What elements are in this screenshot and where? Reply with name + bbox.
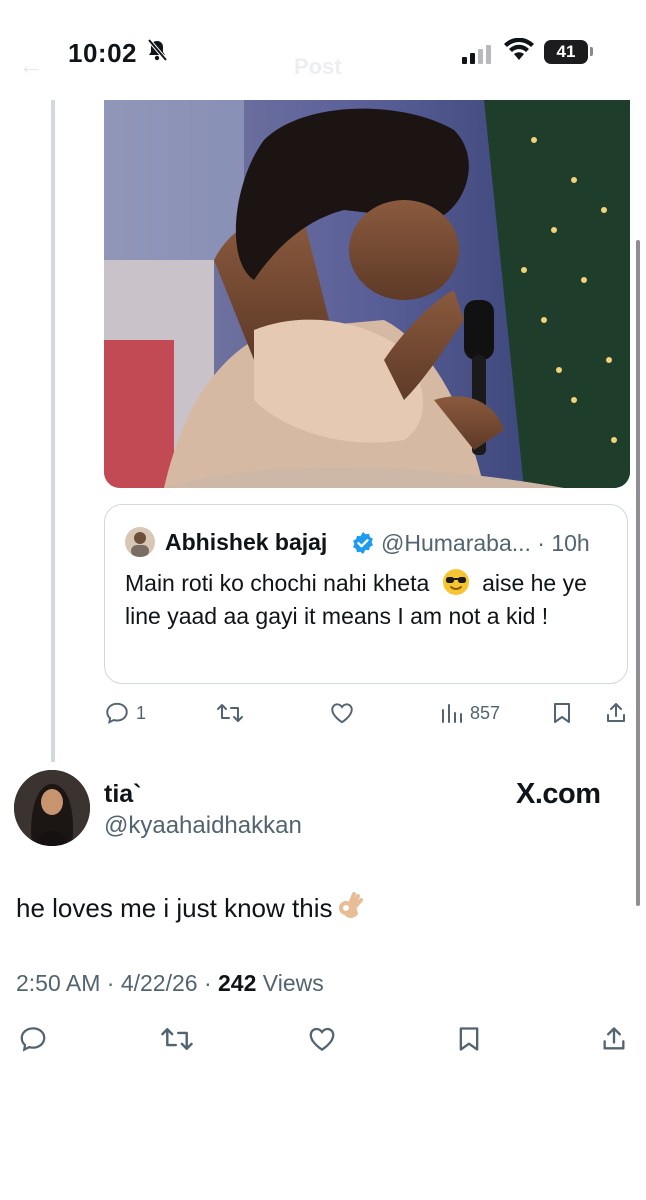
- reply-count: 1: [136, 702, 147, 723]
- author-handle[interactable]: @kyaahaidhakkan: [104, 812, 302, 840]
- bookmark-button[interactable]: [550, 700, 574, 726]
- tweet-views-count: 242: [218, 970, 257, 996]
- quoted-author-name[interactable]: Abhishek bajaj: [165, 529, 327, 556]
- media-illustration: [104, 100, 630, 488]
- battery-nub: [590, 47, 593, 56]
- share-icon: [607, 703, 625, 722]
- bookmark-icon[interactable]: [455, 1024, 483, 1054]
- reply-button[interactable]: 1: [104, 700, 146, 726]
- thread-line: [51, 100, 55, 762]
- tweet-meta: 2:50 AM · 4/22/26 · 242 Views: [16, 970, 324, 997]
- battery-indicator: 41: [544, 40, 588, 64]
- share-button[interactable]: [604, 700, 628, 726]
- back-arrow-icon[interactable]: ←: [18, 50, 44, 81]
- reply-icon[interactable]: [18, 1024, 48, 1054]
- status-time: 10:02: [68, 38, 137, 68]
- heart-icon[interactable]: [305, 1024, 339, 1054]
- x-watermark: X.com: [516, 778, 601, 810]
- tweet-actions-row: [0, 1022, 646, 1058]
- tweet-text-body: he loves me i just know this: [16, 893, 333, 923]
- quoted-text: Main roti ko chochi nahi kheta aise he y…: [125, 567, 615, 633]
- repost-icon: [217, 704, 243, 722]
- tweet-media-image[interactable]: [104, 100, 630, 488]
- views-button[interactable]: 857: [440, 700, 500, 726]
- quoted-text-part1: Main roti ko chochi nahi kheta: [125, 570, 430, 596]
- repost-icon[interactable]: [160, 1024, 194, 1054]
- heart-icon: [331, 703, 353, 724]
- views-count: 857: [470, 702, 501, 723]
- cell-signal-icon: [462, 45, 491, 64]
- quoted-author-avatar[interactable]: [125, 527, 155, 557]
- verified-badge-icon: [353, 532, 373, 554]
- wifi-icon: [504, 38, 534, 60]
- repost-button[interactable]: [216, 700, 244, 726]
- author-avatar[interactable]: [14, 770, 90, 846]
- quoted-tweet-card[interactable]: Abhishek bajaj @Humaraba... · 10h Main r…: [104, 504, 628, 684]
- status-bar: ← Post 10:02 41: [0, 0, 646, 100]
- tweet-views-label: Views: [256, 970, 324, 996]
- tweet-text: he loves me i just know this: [16, 892, 370, 924]
- sunglasses-emoji-icon: [442, 569, 469, 595]
- like-button[interactable]: [328, 700, 356, 726]
- author-name[interactable]: tia`: [104, 780, 142, 809]
- quoted-handle-time: @Humaraba... · 10h: [381, 530, 590, 556]
- bar-chart-icon: [442, 704, 462, 723]
- tweet-time-date: 2:50 AM · 4/22/26 ·: [16, 970, 219, 996]
- share-icon[interactable]: [600, 1024, 628, 1054]
- silent-bell-icon: [147, 38, 168, 62]
- bookmark-icon: [554, 703, 570, 723]
- quoted-actions-row: 1 857: [104, 700, 634, 732]
- scrollbar[interactable]: [636, 240, 640, 906]
- ok-hand-emoji-icon: [339, 892, 364, 918]
- header-title: Post: [294, 54, 342, 79]
- reply-icon: [106, 702, 128, 724]
